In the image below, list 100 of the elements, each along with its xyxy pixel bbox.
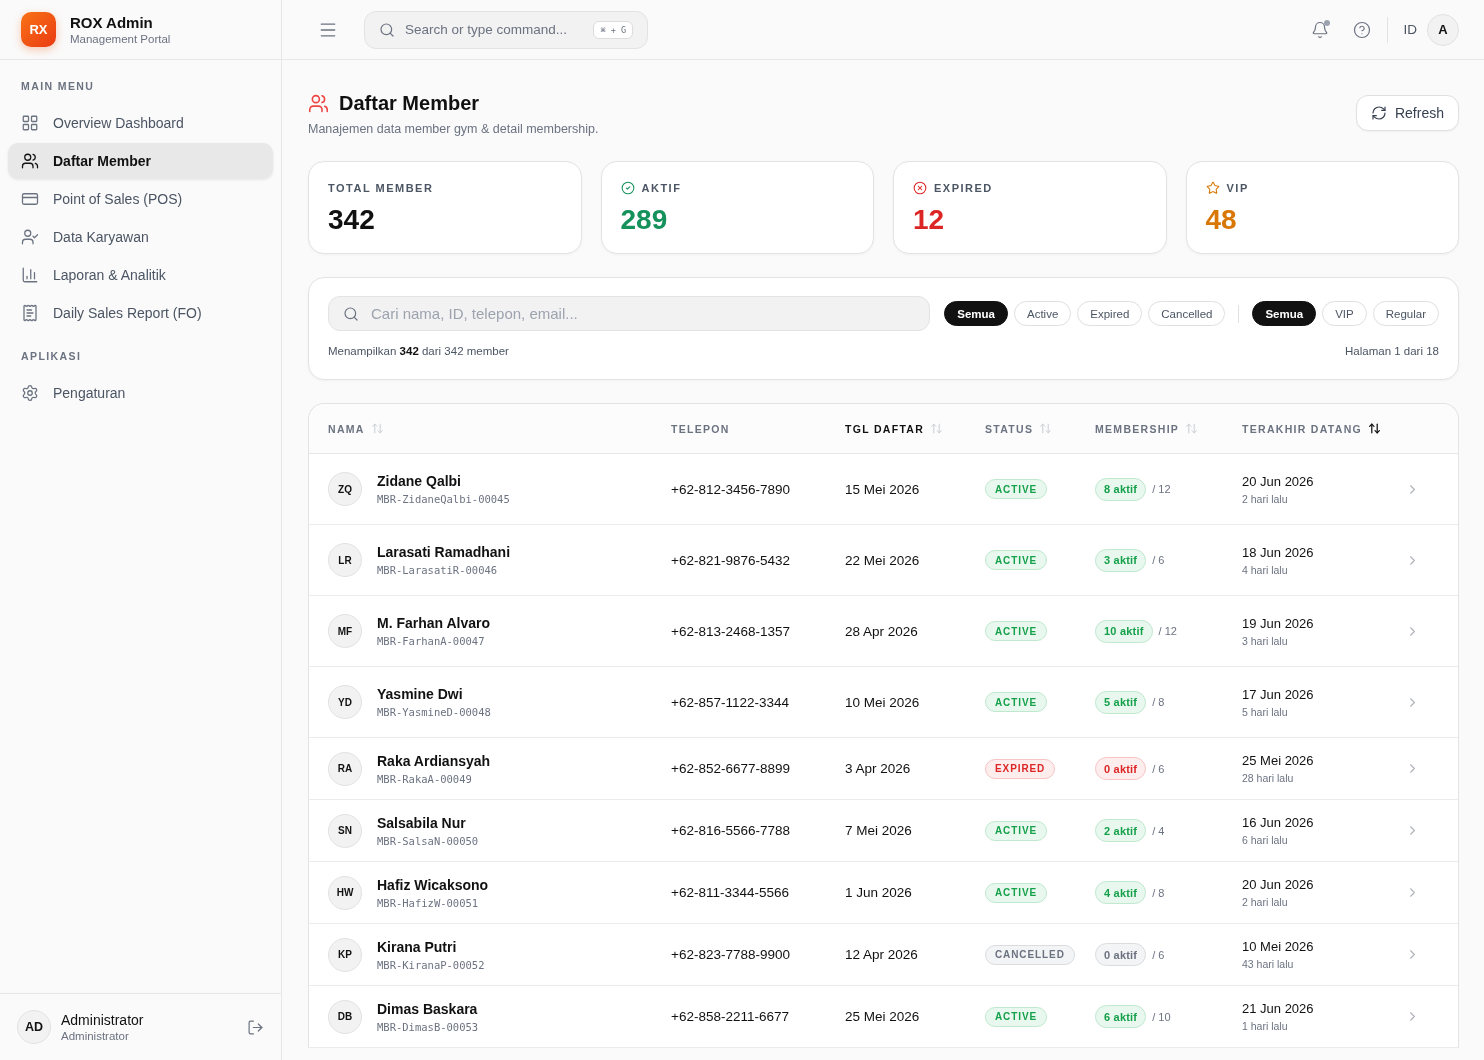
last-visit-date: 20 Jun 2026 bbox=[1242, 473, 1315, 489]
status-badge: CANCELLED bbox=[985, 944, 1075, 965]
status-badge: ACTIVE bbox=[985, 1006, 1048, 1027]
phone-number: +62-811-3344-5566 bbox=[671, 885, 790, 900]
star-icon bbox=[1205, 181, 1220, 195]
stat-label: TOTAL MEMBER bbox=[328, 182, 434, 194]
users-icon bbox=[308, 92, 329, 114]
refresh-button[interactable]: Refresh bbox=[1355, 95, 1459, 131]
status-badge: EXPIRED bbox=[985, 758, 1056, 779]
membership-badge: 8 aktif bbox=[1095, 477, 1147, 501]
user-name: Administrator bbox=[61, 1012, 145, 1028]
member-name: Kirana Putri bbox=[377, 938, 458, 955]
bell-icon[interactable] bbox=[1310, 20, 1329, 39]
member-id: MBR-YasmineD-00048 bbox=[377, 706, 491, 718]
membership-total: / 12 bbox=[1152, 483, 1171, 495]
join-date: 3 Apr 2026 bbox=[845, 761, 912, 776]
membership-total: / 8 bbox=[1152, 696, 1165, 708]
column-header: TELEPON bbox=[671, 422, 730, 435]
member-name: Raka Ardiansyah bbox=[377, 752, 491, 769]
stat-label: EXPIRED bbox=[934, 182, 993, 194]
filter-chip[interactable]: Regular bbox=[1372, 301, 1439, 326]
last-visit-ago: 1 hari lalu bbox=[1242, 1020, 1289, 1032]
member-avatar: HW bbox=[328, 875, 362, 910]
nav-item[interactable]: Point of Sales (POS) bbox=[8, 181, 273, 217]
column-header: NAMA bbox=[328, 422, 365, 435]
phone-number: +62-816-5566-7788 bbox=[671, 823, 791, 838]
last-visit-ago: 6 hari lalu bbox=[1242, 834, 1289, 846]
last-visit-date: 19 Jun 2026 bbox=[1242, 615, 1315, 631]
check-circle-icon bbox=[620, 181, 635, 195]
member-avatar: LR bbox=[328, 543, 362, 577]
filter-chip[interactable]: Expired bbox=[1077, 301, 1143, 326]
page-subtitle: Manajemen data member gym & detail membership. bbox=[308, 121, 599, 137]
nav-item[interactable]: Daftar Member bbox=[8, 143, 273, 179]
page-title: Daftar Member bbox=[339, 91, 480, 115]
member-search-input[interactable]: Cari nama, ID, telepon, email... bbox=[371, 303, 916, 324]
stat-label: AKTIF bbox=[641, 182, 682, 194]
filter-chip[interactable]: Semua bbox=[944, 301, 1008, 326]
column-header: MEMBERSHIP bbox=[1095, 422, 1180, 435]
nav-item[interactable]: Data Karyawan bbox=[8, 219, 273, 255]
result-summary: Menampilkan 342 dari 342 member bbox=[328, 345, 509, 357]
join-date: 22 Mei 2026 bbox=[845, 552, 921, 568]
nav-item[interactable]: Overview Dashboard bbox=[8, 105, 273, 141]
help-icon[interactable] bbox=[1352, 20, 1371, 39]
last-visit-date: 21 Jun 2026 bbox=[1242, 1001, 1315, 1016]
search-input[interactable]: Search or type command... bbox=[405, 19, 584, 40]
member-avatar: KP bbox=[328, 937, 362, 972]
member-avatar: YD bbox=[328, 685, 362, 719]
last-visit-ago: 4 hari lalu bbox=[1242, 563, 1289, 576]
join-date: 25 Mei 2026 bbox=[845, 1009, 921, 1024]
join-date: 28 Apr 2026 bbox=[845, 623, 919, 639]
last-visit-ago: 28 hari lalu bbox=[1242, 772, 1295, 784]
last-visit-date: 10 Mei 2026 bbox=[1242, 939, 1315, 954]
last-visit-ago: 43 hari lalu bbox=[1242, 958, 1295, 970]
membership-badge: 5 aktif bbox=[1095, 690, 1147, 714]
pagination-info: Halaman 1 dari 18 bbox=[1345, 345, 1439, 357]
nav-item[interactable]: Laporan & Analitik bbox=[8, 257, 273, 293]
last-visit-date: 16 Jun 2026 bbox=[1242, 815, 1315, 830]
member-name: Dimas Baskara bbox=[377, 1000, 479, 1017]
receipt-icon bbox=[21, 304, 39, 322]
stat-label: VIP bbox=[1226, 182, 1249, 194]
user-role: Administrator bbox=[61, 1030, 130, 1042]
membership-badge: 0 aktif bbox=[1095, 943, 1147, 966]
membership-badge: 6 aktif bbox=[1095, 1005, 1147, 1028]
filter-chip[interactable]: Semua bbox=[1252, 301, 1317, 326]
membership-badge: 2 aktif bbox=[1095, 819, 1147, 842]
filter-chip[interactable]: Active bbox=[1013, 301, 1072, 326]
filter-chip[interactable]: VIP bbox=[1322, 301, 1367, 326]
last-visit-ago: 2 hari lalu bbox=[1242, 896, 1289, 908]
member-id: MBR-RakaA-00049 bbox=[377, 772, 473, 785]
card-icon bbox=[21, 190, 39, 208]
search-field[interactable]: Search or type command... ⌘ + G bbox=[364, 10, 648, 49]
member-avatar: SN bbox=[328, 813, 362, 848]
member-name: Zidane Qalbi bbox=[377, 473, 462, 489]
last-visit-ago: 3 hari lalu bbox=[1242, 634, 1289, 647]
nav-item[interactable]: Daily Sales Report (FO) bbox=[8, 295, 273, 331]
phone-number: +62-812-3456-7890 bbox=[671, 481, 791, 497]
search-icon bbox=[343, 305, 359, 322]
member-search-field[interactable]: Cari nama, ID, telepon, email... bbox=[328, 296, 931, 331]
logout-icon[interactable] bbox=[247, 1018, 264, 1036]
stat-value: 12 bbox=[913, 203, 946, 237]
member-name: Salsabila Nur bbox=[377, 814, 467, 831]
member-avatar: MF bbox=[328, 614, 362, 648]
last-visit-date: 18 Jun 2026 bbox=[1242, 544, 1315, 560]
column-header: TGL DAFTAR bbox=[845, 422, 925, 435]
member-name: M. Farhan Alvaro bbox=[377, 615, 491, 631]
profile-avatar[interactable]: A bbox=[1427, 13, 1459, 46]
join-date: 15 Mei 2026 bbox=[845, 481, 921, 497]
settings-icon bbox=[21, 384, 39, 402]
nav-item[interactable]: Pengaturan bbox=[8, 375, 273, 411]
member-id: MBR-FarhanA-00047 bbox=[377, 635, 486, 647]
membership-badge: 3 aktif bbox=[1095, 548, 1147, 572]
filter-chip[interactable]: Cancelled bbox=[1148, 301, 1226, 326]
sort-icon[interactable] bbox=[1368, 422, 1382, 435]
join-date: 10 Mei 2026 bbox=[845, 694, 921, 710]
member-name: Yasmine Dwi bbox=[377, 686, 464, 702]
membership-total: / 10 bbox=[1152, 1010, 1171, 1023]
membership-total: / 6 bbox=[1152, 948, 1165, 961]
member-id: MBR-HafizW-00051 bbox=[377, 896, 480, 909]
member-avatar: ZQ bbox=[328, 472, 362, 506]
language-button[interactable]: ID bbox=[1403, 22, 1417, 37]
